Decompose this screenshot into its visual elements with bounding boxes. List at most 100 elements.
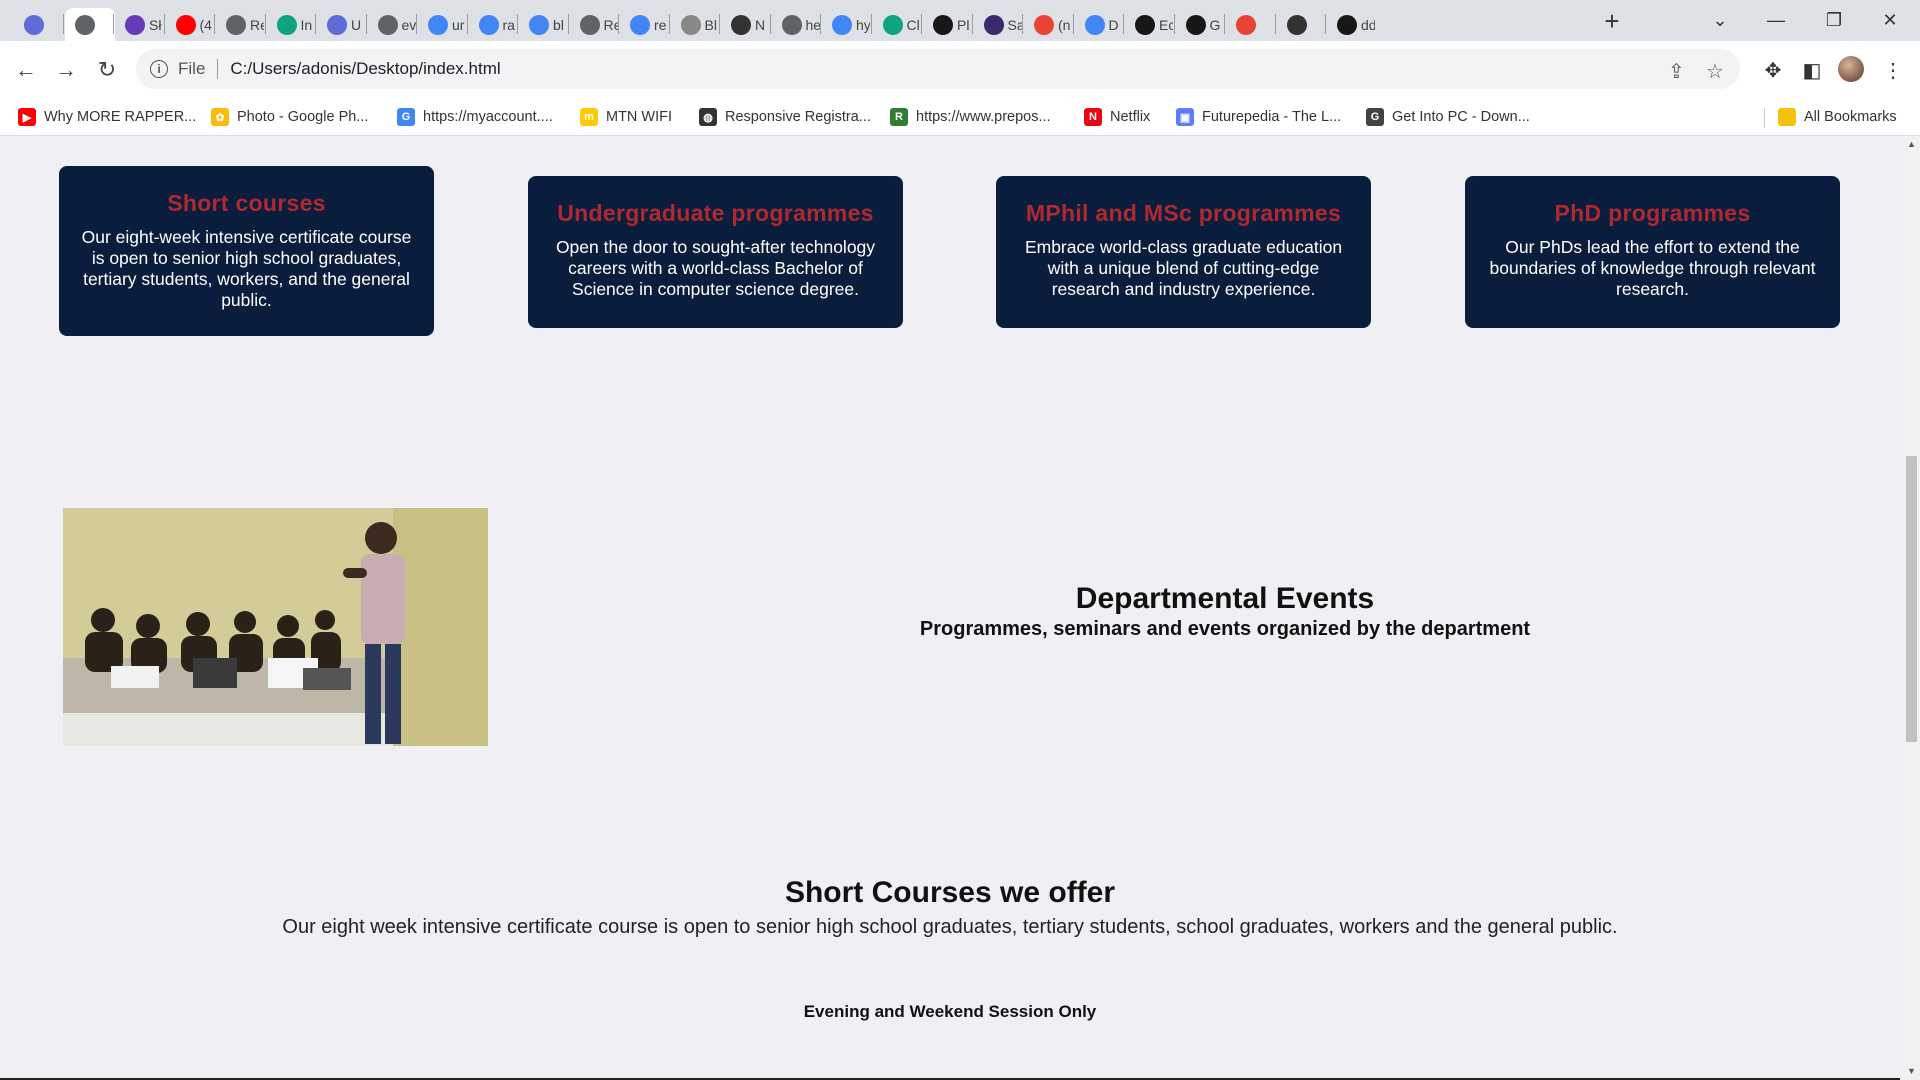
- card-text: Our PhDs lead the effort to extend the b…: [1489, 237, 1816, 299]
- bookmark-label: Photo - Google Ph...: [237, 109, 369, 125]
- browser-tab[interactable]: Re: [570, 8, 618, 41]
- browser-tab[interactable]: N: [721, 8, 769, 41]
- tab-label: Pl: [957, 16, 970, 33]
- browser-tab[interactable]: Bl: [671, 8, 719, 41]
- card-mphil-msc[interactable]: MPhil and MSc programmes Embrace world-c…: [996, 176, 1371, 328]
- tab-separator: [1274, 14, 1276, 34]
- globe-icon: [226, 14, 246, 35]
- browser-tab[interactable]: In: [267, 8, 315, 41]
- browser-tab[interactable]: D: [1075, 8, 1123, 41]
- browser-tab[interactable]: hy: [822, 8, 870, 41]
- menu-kebab-icon[interactable]: ⋮: [1878, 55, 1908, 85]
- browser-tab[interactable]: U: [317, 8, 365, 41]
- tab-label: Ec: [1159, 16, 1173, 33]
- browser-tab[interactable]: Pl: [923, 8, 971, 41]
- browser-tab[interactable]: [64, 8, 115, 41]
- bookmark-item[interactable]: ▶ Why MORE RAPPER...: [18, 104, 196, 130]
- bookmark-item[interactable]: G Get Into PC - Down...: [1366, 104, 1530, 130]
- folder-icon: [1778, 108, 1796, 126]
- side-panel-icon[interactable]: ◧: [1797, 55, 1827, 85]
- address-bar[interactable]: i File C:/Users/adonis/Desktop/index.htm…: [136, 49, 1740, 89]
- purple-grid-icon: [327, 14, 347, 35]
- new-tab-button[interactable]: +: [1596, 8, 1628, 36]
- url-text[interactable]: C:/Users/adonis/Desktop/index.html: [230, 59, 500, 79]
- short-courses-title: Short Courses we offer: [784, 876, 1116, 909]
- tab-label: G: [1209, 16, 1221, 33]
- bookmark-star-icon[interactable]: ☆: [1706, 59, 1724, 84]
- tab-label: ur: [452, 16, 465, 33]
- browser-tab[interactable]: he: [772, 8, 820, 41]
- tab-label: Sa: [1007, 16, 1022, 33]
- bookmarks-bar: ▶ Why MORE RAPPER... ✿ Photo - Google Ph...…: [0, 99, 1920, 136]
- browser-tab[interactable]: (4: [166, 8, 214, 41]
- tab-label: U: [351, 16, 362, 33]
- browser-tab[interactable]: [14, 8, 62, 41]
- tab-separator: [1325, 14, 1326, 34]
- card-short-courses[interactable]: Short courses Our eight-week intensive c…: [59, 166, 434, 336]
- futurepedia-icon: ▣: [1176, 108, 1194, 126]
- minimize-button[interactable]: —: [1748, 0, 1804, 41]
- events-heading-block: Departmental Events Programmes, seminars…: [820, 582, 1630, 641]
- profile-avatar[interactable]: [1838, 56, 1864, 82]
- browser-tab[interactable]: Sa: [974, 8, 1022, 41]
- tab-separator: [315, 14, 316, 34]
- bookmark-item[interactable]: Rhttps://www.prepos...: [890, 104, 1051, 130]
- reload-button[interactable]: ↻: [91, 54, 123, 86]
- tab-label: N: [755, 16, 766, 33]
- tab-label: dd: [1361, 16, 1375, 33]
- browser-tab[interactable]: [1277, 8, 1325, 41]
- tab-separator: [517, 14, 518, 34]
- session-note: Evening and Weekend Session Only: [803, 1002, 1097, 1021]
- bookmark-item[interactable]: Ghttps://myaccount....: [397, 104, 553, 130]
- bookmark-item[interactable]: N Netflix: [1084, 104, 1150, 130]
- card-undergraduate[interactable]: Undergraduate programmes Open the door t…: [528, 176, 903, 328]
- site-info-icon[interactable]: i: [150, 60, 168, 78]
- bookmark-item[interactable]: ▣ Futurepedia - The L...: [1176, 104, 1341, 130]
- card-title: PhD programmes: [1554, 200, 1751, 226]
- tab-label: Bl: [704, 16, 717, 33]
- scroll-down-arrow-icon[interactable]: ▼: [1903, 1063, 1920, 1080]
- tab-separator: [870, 14, 872, 34]
- browser-tab[interactable]: re: [620, 8, 668, 41]
- google-icon: [529, 14, 549, 35]
- card-phd[interactable]: PhD programmes Our PhDs lead the effort …: [1465, 176, 1840, 328]
- page-scrollbar[interactable]: ▲ ▼: [1903, 136, 1920, 1080]
- tab-separator: [365, 14, 367, 34]
- all-bookmarks-button[interactable]: All Bookmarks: [1778, 104, 1897, 130]
- browser-tab[interactable]: ra: [469, 8, 517, 41]
- tab-label: ra: [502, 16, 515, 33]
- browser-tab[interactable]: Ec: [1125, 8, 1173, 41]
- card-text: Embrace world-class graduate education w…: [1024, 237, 1343, 299]
- photos-icon: ✿: [211, 108, 229, 126]
- bookmark-item[interactable]: ✿ Photo - Google Ph...: [211, 104, 368, 130]
- scroll-up-arrow-icon[interactable]: ▲: [1903, 136, 1920, 153]
- browser-tab[interactable]: (n: [1024, 8, 1072, 41]
- share-icon[interactable]: ⇪: [1668, 59, 1685, 84]
- bookmark-item[interactable]: ◍ Responsive Registra...: [699, 104, 871, 130]
- bookmark-label: Responsive Registra...: [725, 109, 871, 125]
- browser-tab[interactable]: Re: [216, 8, 264, 41]
- browser-tab[interactable]: Cl: [873, 8, 921, 41]
- scroll-thumb[interactable]: [1906, 456, 1917, 742]
- browser-tab[interactable]: ev: [368, 8, 416, 41]
- globe-icon: [74, 14, 95, 35]
- tab-label: In: [300, 16, 313, 33]
- browser-tab[interactable]: Sł: [115, 8, 163, 41]
- browser-tab[interactable]: bl: [519, 8, 567, 41]
- maximize-button[interactable]: ❐: [1806, 0, 1862, 41]
- browser-tab[interactable]: [1226, 8, 1274, 41]
- bookmark-label: Get Into PC - Down...: [1392, 109, 1530, 125]
- url-scheme: File: [178, 59, 206, 78]
- browser-tab[interactable]: ur: [418, 8, 466, 41]
- close-window-button[interactable]: ✕: [1862, 0, 1918, 41]
- bookmark-label: https://myaccount....: [423, 109, 553, 125]
- tab-search-button[interactable]: ⌄: [1692, 0, 1748, 41]
- tab-separator: [416, 14, 417, 34]
- forward-button[interactable]: →: [50, 54, 82, 86]
- back-button[interactable]: ←: [10, 54, 42, 86]
- browser-tab[interactable]: G: [1176, 8, 1224, 41]
- extensions-puzzle-icon[interactable]: ✥: [1758, 55, 1788, 85]
- bookmark-item[interactable]: m MTN WIFI: [580, 104, 672, 130]
- browser-tab[interactable]: dd: [1327, 8, 1375, 41]
- globe-icon: [377, 14, 398, 35]
